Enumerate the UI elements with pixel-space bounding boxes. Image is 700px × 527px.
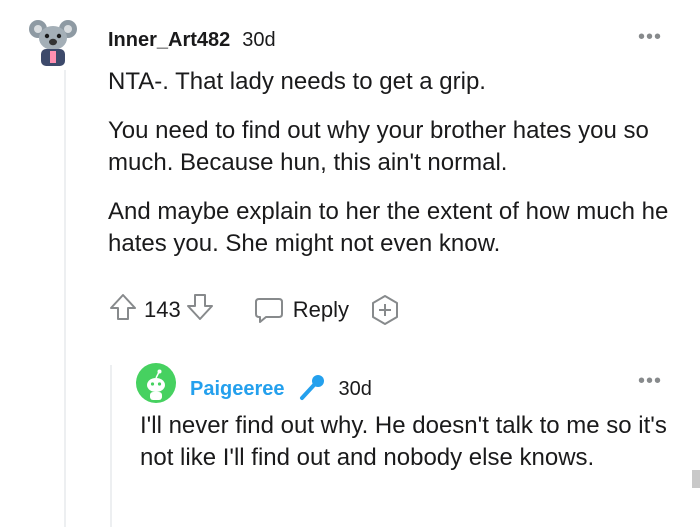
upvote-icon[interactable] bbox=[108, 292, 138, 327]
thread-line[interactable] bbox=[64, 70, 66, 527]
comment-meta: Inner_Art482 30d bbox=[108, 29, 276, 52]
reply-label: Reply bbox=[292, 296, 349, 322]
vote-count: 143 bbox=[144, 296, 181, 322]
comment-meta: Paigeeree 30d bbox=[190, 372, 372, 407]
user-avatar[interactable] bbox=[136, 363, 176, 403]
reply-bubble-icon bbox=[254, 297, 283, 323]
username[interactable]: Inner_Art482 bbox=[108, 29, 230, 52]
comment-paragraph: And maybe explain to her the extent of h… bbox=[108, 198, 669, 257]
timestamp[interactable]: 30d bbox=[242, 29, 275, 52]
scrollbar-thumb[interactable] bbox=[692, 470, 700, 488]
comment-body: NTA-. That lady needs to get a grip. You… bbox=[108, 66, 678, 277]
comment-body: I'll never find out why. He doesn't talk… bbox=[140, 412, 667, 471]
user-avatar[interactable] bbox=[26, 14, 80, 68]
award-button[interactable] bbox=[369, 294, 401, 326]
comment-paragraph: You need to find out why your brother ha… bbox=[108, 117, 649, 176]
timestamp[interactable]: 30d bbox=[339, 378, 372, 401]
comment-actions: 143 Reply bbox=[108, 292, 401, 327]
koala-avatar-icon bbox=[27, 15, 79, 67]
snoo-avatar-icon bbox=[136, 363, 176, 403]
username[interactable]: Paigeeree bbox=[190, 378, 285, 401]
microphone-icon bbox=[297, 372, 327, 407]
more-options-icon[interactable]: ••• bbox=[638, 26, 662, 49]
comment-paragraph: NTA-. That lady needs to get a grip. bbox=[108, 68, 486, 95]
downvote-icon[interactable] bbox=[185, 292, 215, 327]
award-icon bbox=[371, 294, 398, 325]
thread-line-reply[interactable] bbox=[110, 365, 112, 527]
more-options-icon[interactable]: ••• bbox=[638, 370, 662, 393]
reply-button[interactable]: Reply bbox=[253, 295, 349, 325]
